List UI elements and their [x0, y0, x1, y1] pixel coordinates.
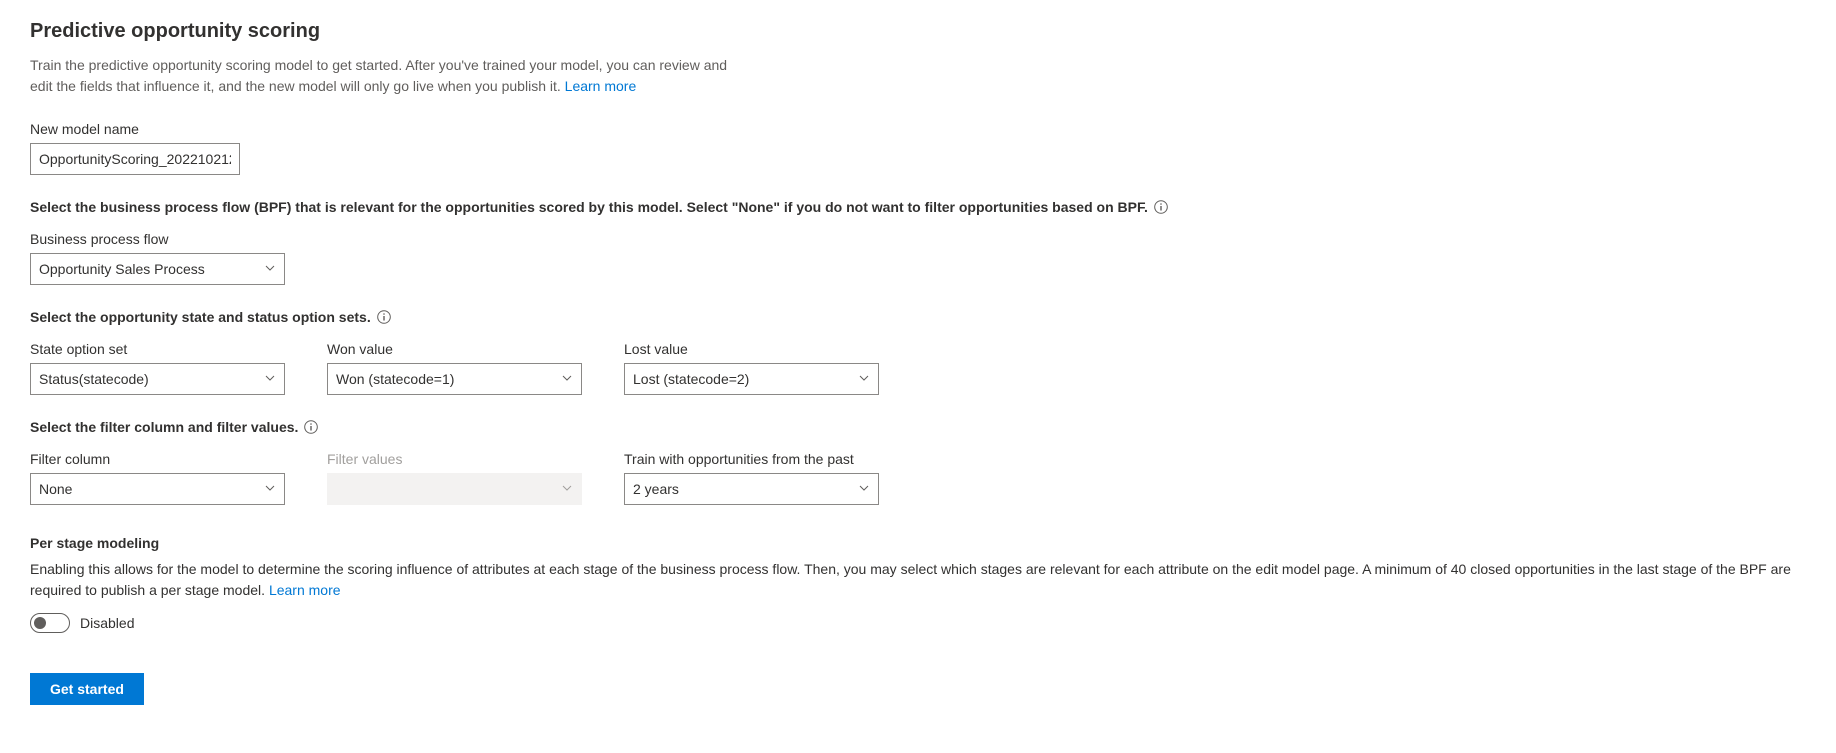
lost-value-value: Lost (statecode=2) — [633, 371, 749, 387]
filter-values-label: Filter values — [327, 451, 582, 467]
per-stage-title: Per stage modeling — [30, 535, 1806, 551]
bpf-dropdown[interactable]: Opportunity Sales Process — [30, 253, 285, 285]
toggle-knob — [34, 617, 46, 629]
chevron-down-icon — [858, 371, 870, 387]
filter-values-dropdown — [327, 473, 582, 505]
get-started-button[interactable]: Get started — [30, 673, 144, 705]
info-icon[interactable] — [377, 310, 391, 324]
train-window-label: Train with opportunities from the past — [624, 451, 879, 467]
page-title: Predictive opportunity scoring — [30, 20, 1806, 43]
filter-instruction: Select the filter column and filter valu… — [30, 419, 1806, 435]
per-stage-toggle[interactable] — [30, 613, 70, 633]
info-icon[interactable] — [1154, 200, 1168, 214]
state-instruction: Select the opportunity state and status … — [30, 309, 1806, 325]
chevron-down-icon — [858, 481, 870, 497]
chevron-down-icon — [264, 371, 276, 387]
learn-more-link[interactable]: Learn more — [565, 78, 637, 94]
won-value-value: Won (statecode=1) — [336, 371, 454, 387]
bpf-instruction: Select the business process flow (BPF) t… — [30, 199, 1806, 215]
chevron-down-icon — [264, 481, 276, 497]
train-window-dropdown[interactable]: 2 years — [624, 473, 879, 505]
chevron-down-icon — [264, 261, 276, 277]
state-option-dropdown[interactable]: Status(statecode) — [30, 363, 285, 395]
page-description: Train the predictive opportunity scoring… — [30, 55, 750, 97]
per-stage-toggle-label: Disabled — [80, 615, 134, 631]
bpf-instruction-text: Select the business process flow (BPF) t… — [30, 199, 1148, 215]
bpf-label: Business process flow — [30, 231, 1806, 247]
lost-value-dropdown[interactable]: Lost (statecode=2) — [624, 363, 879, 395]
info-icon[interactable] — [304, 420, 318, 434]
model-name-input[interactable] — [30, 143, 240, 175]
per-stage-learn-more-link[interactable]: Learn more — [269, 582, 341, 598]
train-window-value: 2 years — [633, 481, 679, 497]
filter-column-label: Filter column — [30, 451, 285, 467]
chevron-down-icon — [561, 371, 573, 387]
model-name-label: New model name — [30, 121, 1806, 137]
state-instruction-text: Select the opportunity state and status … — [30, 309, 371, 325]
chevron-down-icon — [561, 481, 573, 497]
filter-instruction-text: Select the filter column and filter valu… — [30, 419, 298, 435]
per-stage-description: Enabling this allows for the model to de… — [30, 559, 1806, 601]
filter-column-dropdown[interactable]: None — [30, 473, 285, 505]
lost-value-label: Lost value — [624, 341, 879, 357]
filter-column-value: None — [39, 481, 72, 497]
won-value-dropdown[interactable]: Won (statecode=1) — [327, 363, 582, 395]
bpf-dropdown-value: Opportunity Sales Process — [39, 261, 205, 277]
won-value-label: Won value — [327, 341, 582, 357]
state-option-label: State option set — [30, 341, 285, 357]
state-option-value: Status(statecode) — [39, 371, 149, 387]
